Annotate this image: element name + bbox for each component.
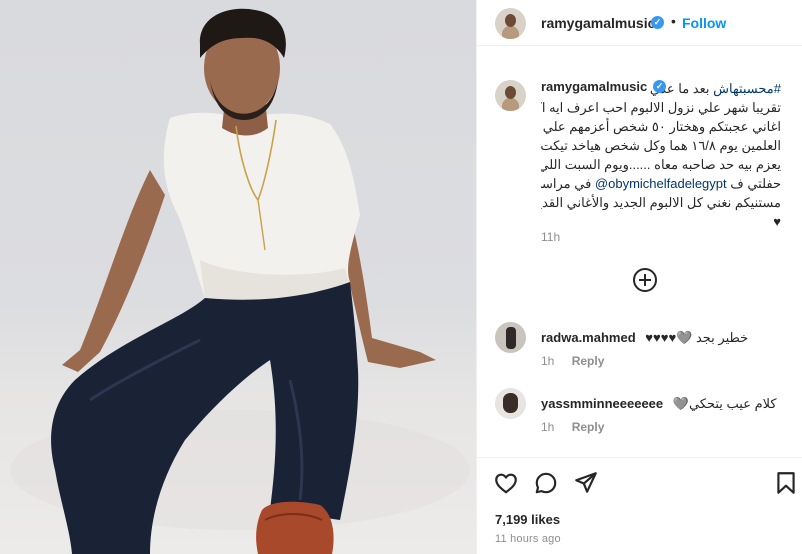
reply-button[interactable]: Reply xyxy=(572,354,605,368)
author-avatar[interactable] xyxy=(495,8,526,39)
caption-username[interactable]: ramygamalmusic xyxy=(541,79,647,94)
comment-text: خطير بجد 🩶♥♥♥♥ xyxy=(645,330,749,345)
author-username[interactable]: ramygamalmusic xyxy=(541,15,655,31)
comment-time: 1h xyxy=(541,420,555,434)
likes-count[interactable]: 7,199 likes xyxy=(495,512,560,527)
comment-username[interactable]: radwa.mahmed xyxy=(541,330,636,345)
post-photo[interactable] xyxy=(0,0,476,554)
caption-line-6: حفلتي ف @obymichelfadelegypt في مراسي xyxy=(541,174,781,193)
comment-item: radwa.mahmed خطير بجد 🩶♥♥♥♥ 1h Reply xyxy=(477,322,802,372)
caption-text: #محسبتهاش بعد ما عدي تقريبا شهر علي نزول… xyxy=(541,79,781,231)
share-icon[interactable] xyxy=(573,470,599,496)
comment-icon[interactable] xyxy=(533,470,559,496)
photo-illustration xyxy=(10,8,470,554)
caption-line-3: اغاني عجبتكم وهختار ٥٠ شخص أعزمهم علي حف… xyxy=(541,119,781,134)
caption-line-8: ♥ xyxy=(773,214,781,229)
comment-body: yassmminneeeeeee كلام عيب يتحكي🩶 xyxy=(541,396,777,412)
caption-mention[interactable]: @obymichelfadelegypt xyxy=(595,176,727,191)
post-header: ramygamalmusic ✓ • Follow xyxy=(477,0,802,46)
comment-avatar[interactable] xyxy=(495,388,526,419)
follow-button[interactable]: Follow xyxy=(682,15,726,31)
verified-icon: ✓ xyxy=(651,16,664,29)
caption-line-5: يعزم بيه حد صاحبه معاه ......ويوم السبت … xyxy=(541,157,781,172)
load-more-comments-icon[interactable] xyxy=(633,268,657,292)
reply-button[interactable]: Reply xyxy=(572,420,605,434)
comment-meta: 1h Reply xyxy=(541,420,604,434)
caption-verified-icon: ✓ xyxy=(653,80,666,93)
caption-timestamp: 11h xyxy=(541,230,561,244)
bookmark-icon[interactable] xyxy=(773,470,799,496)
caption-line-6-end: في مراسي xyxy=(541,176,592,191)
caption-hashtag[interactable]: #محسبتهاش xyxy=(713,81,781,96)
post-detail-panel: ramygamalmusic ✓ • Follow #محسبتهاش بعد … xyxy=(476,0,802,554)
comment-body: radwa.mahmed خطير بجد 🩶♥♥♥♥ xyxy=(541,330,748,346)
comment-username[interactable]: yassmminneeeeeee xyxy=(541,396,663,411)
caption-line-7: مستنيكم نغني كل الالبوم الجديد والأغاني … xyxy=(541,195,781,210)
post-timestamp: 11 hours ago xyxy=(495,533,561,545)
caption-line-2: تقريبا شهر علي نزول الالبوم احب اعرف ايه… xyxy=(541,100,781,115)
comment-item: yassmminneeeeeee كلام عيب يتحكي🩶 1h Repl… xyxy=(477,388,802,438)
caption-line-4: العلمين يوم ١٦/٨ هما وكل شخص هياخد تيكت … xyxy=(541,138,781,153)
caption-avatar[interactable] xyxy=(495,80,526,111)
comment-avatar[interactable] xyxy=(495,322,526,353)
comment-text: كلام عيب يتحكي🩶 xyxy=(672,396,777,411)
separator-dot: • xyxy=(671,13,676,29)
comment-meta: 1h Reply xyxy=(541,354,604,368)
heart-icon[interactable] xyxy=(493,470,519,496)
comment-time: 1h xyxy=(541,354,555,368)
action-bar xyxy=(477,457,802,509)
caption-line-6-start: حفلتي ف xyxy=(726,176,781,191)
